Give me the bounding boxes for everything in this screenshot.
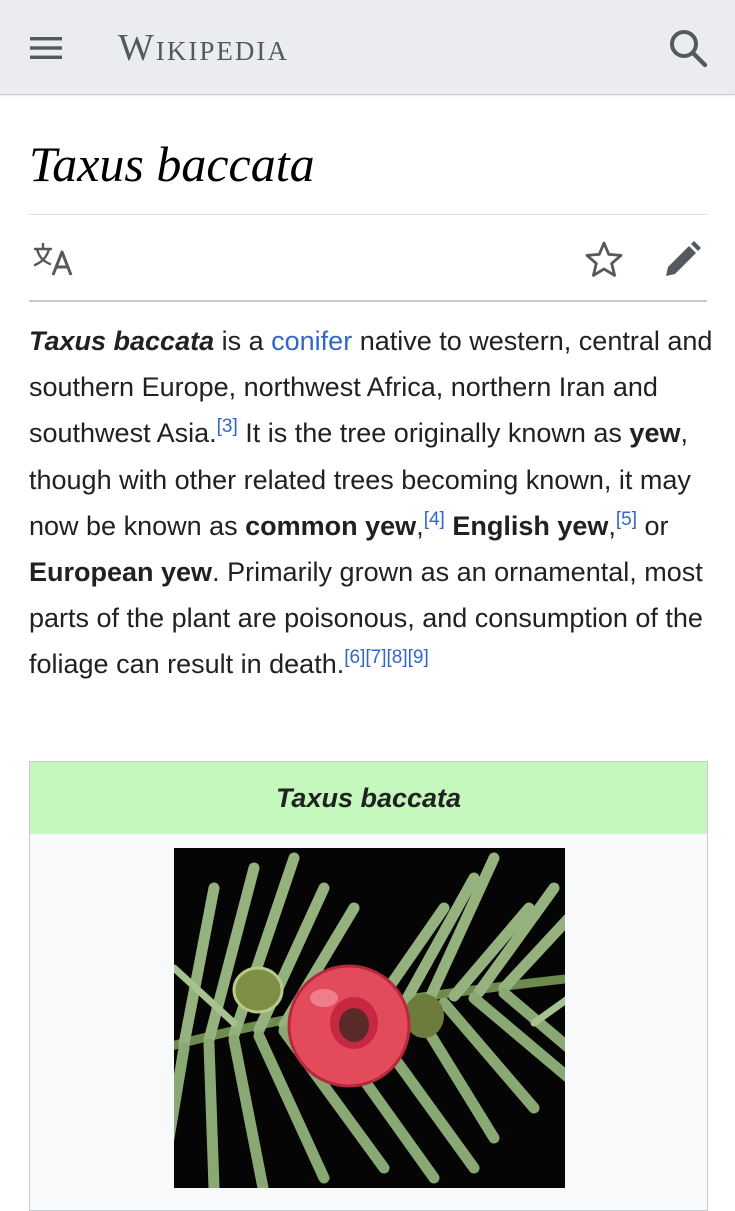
watch-star-button[interactable] [582, 238, 626, 282]
lead-text: It is the tree originally known as [237, 418, 630, 449]
title-divider [29, 214, 707, 215]
lead-text: , [608, 510, 616, 541]
app-header: Wikipedia [0, 0, 735, 95]
lead-text: , [416, 510, 424, 541]
edit-button[interactable] [660, 238, 704, 282]
term-yew: yew [629, 418, 681, 449]
reference-3[interactable]: [3] [217, 416, 238, 437]
actions-divider [29, 300, 707, 302]
reference-4[interactable]: [4] [424, 509, 445, 530]
search-button[interactable] [664, 24, 712, 72]
page-title: Taxus baccata [29, 136, 315, 192]
language-icon [33, 242, 73, 276]
article-subject: Taxus baccata [29, 326, 215, 356]
yew-branch-image [174, 848, 565, 1188]
star-icon [585, 241, 623, 277]
reference-5[interactable]: [5] [616, 509, 637, 530]
hamburger-menu-icon [30, 37, 62, 59]
conifer-link[interactable]: conifer [271, 326, 352, 356]
wikipedia-wordmark[interactable]: Wikipedia [118, 24, 289, 72]
reference-6[interactable]: [6] [344, 647, 365, 668]
lead-text: is a [214, 326, 272, 356]
language-button[interactable] [32, 240, 76, 280]
reference-9[interactable]: [9] [408, 647, 429, 668]
pencil-icon [666, 241, 701, 276]
reference-7[interactable]: [7] [365, 647, 386, 668]
taxobox-image[interactable] [174, 848, 565, 1188]
taxobox-title: Taxus baccata [30, 762, 707, 834]
term-english-yew: English yew [444, 510, 609, 541]
reference-8[interactable]: [8] [386, 647, 407, 668]
search-icon [670, 30, 708, 68]
lead-paragraph: Taxus baccata is a conifer native to wes… [29, 318, 714, 688]
taxobox: Taxus baccata [29, 761, 708, 1211]
lead-text: or [637, 510, 669, 541]
term-common-yew: common yew [245, 510, 417, 541]
term-european-yew: European yew [29, 557, 213, 588]
main-menu-button[interactable] [24, 26, 68, 70]
